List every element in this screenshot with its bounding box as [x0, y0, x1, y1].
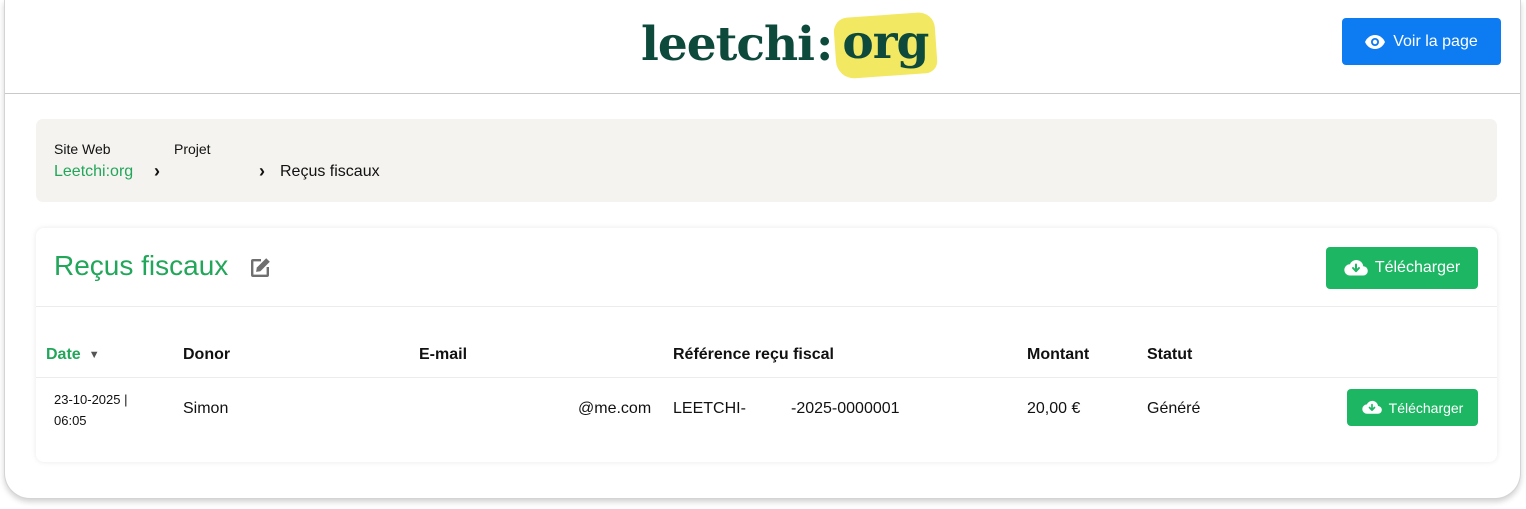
cell-date: 23-10-2025 | 06:05 — [54, 392, 128, 428]
download-all-button[interactable]: Télécharger — [1326, 247, 1478, 289]
column-header-donor: Donor — [183, 346, 231, 363]
view-page-label: Voir la page — [1393, 32, 1478, 50]
logo-text: leetchi — [641, 16, 815, 72]
cloud-download-icon — [1361, 400, 1382, 414]
receipts-card: Reçus fiscaux Télécharger Date ▼ Donor E… — [36, 228, 1497, 462]
download-all-label: Télécharger — [1374, 259, 1461, 276]
cell-email: @me.com — [578, 400, 652, 417]
cell-reference-prefix: LEETCHI- — [673, 400, 746, 417]
column-header-reference: Référence reçu fiscal — [673, 346, 834, 363]
eye-icon — [1365, 34, 1386, 49]
chevron-right-icon: › — [154, 161, 160, 181]
app-window: leetchi : org Voir la page Site Web Leet… — [4, 0, 1521, 499]
edit-icon[interactable] — [248, 256, 272, 285]
breadcrumb: Site Web Leetchi:org › Projet › Reçus fi… — [36, 119, 1497, 202]
cell-status: Généré — [1147, 400, 1201, 417]
sort-down-icon: ▼ — [88, 349, 100, 361]
column-header-status: Statut — [1147, 346, 1193, 363]
row-download-button[interactable]: Télécharger — [1347, 389, 1478, 426]
view-page-button[interactable]: Voir la page — [1342, 18, 1501, 65]
divider — [36, 377, 1497, 378]
column-header-amount: Montant — [1027, 346, 1090, 363]
cloud-download-icon — [1344, 260, 1368, 276]
cell-reference-suffix: -2025-0000001 — [791, 400, 900, 417]
breadcrumb-project-label: Projet — [174, 141, 211, 157]
page-title: Reçus fiscaux — [54, 250, 229, 281]
cell-donor: Simon — [183, 400, 229, 417]
breadcrumb-current: Reçus fiscaux — [280, 163, 380, 180]
leetchi-org-logo[interactable]: leetchi : org — [641, 12, 936, 76]
column-header-date[interactable]: Date ▼ — [46, 346, 100, 364]
breadcrumb-site-label: Site Web — [54, 141, 111, 157]
row-download-label: Télécharger — [1388, 399, 1464, 416]
cell-amount: 20,00 € — [1027, 400, 1081, 417]
logo-colon: : — [816, 16, 833, 72]
chevron-right-icon: › — [259, 161, 265, 181]
column-header-email: E-mail — [419, 346, 468, 363]
logo-org-badge: org — [835, 15, 936, 74]
breadcrumb-site-link[interactable]: Leetchi:org — [54, 163, 133, 181]
top-header: leetchi : org Voir la page — [5, 0, 1520, 94]
divider — [36, 306, 1497, 307]
